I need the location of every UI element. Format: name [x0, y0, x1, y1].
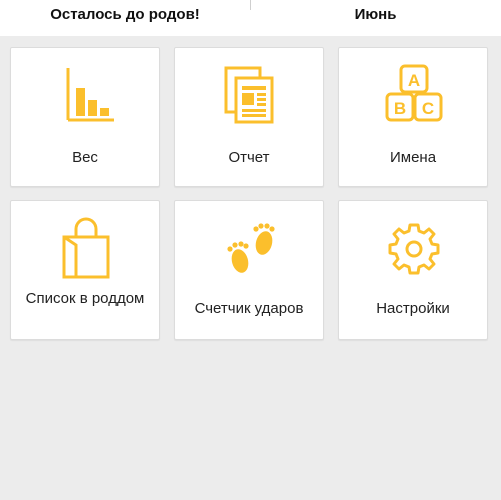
abc-blocks-icon: A B C [384, 62, 444, 126]
svg-text:B: B [394, 99, 406, 118]
gear-icon [384, 215, 444, 279]
tile-label: Счетчик ударов [194, 300, 304, 317]
svg-text:A: A [408, 71, 420, 90]
month-title[interactable]: Июнь [250, 0, 501, 33]
tile-settings[interactable]: Настройки [338, 200, 488, 340]
tile-kick-counter[interactable]: Счетчик ударов [174, 200, 324, 340]
bar-chart-icon [56, 62, 116, 126]
top-header: Осталось до родов! Июнь [0, 0, 501, 36]
footprints-icon [220, 215, 280, 279]
tile-weight[interactable]: Вес [10, 47, 160, 187]
tile-label: Настройки [376, 300, 450, 317]
svg-text:C: C [422, 99, 434, 118]
tile-hospital-list[interactable]: Список в роддом [10, 200, 160, 340]
tile-label: Вес [72, 149, 98, 166]
tile-label: Отчет [228, 149, 270, 166]
tile-names[interactable]: A B C Имена [338, 47, 488, 187]
shopping-bag-icon [56, 215, 116, 279]
tile-label: Имена [389, 149, 437, 166]
tile-label: Список в роддом [25, 290, 145, 307]
report-document-icon [220, 62, 280, 126]
tile-report[interactable]: Отчет [174, 47, 324, 187]
countdown-title[interactable]: Осталось до родов! [0, 0, 250, 33]
